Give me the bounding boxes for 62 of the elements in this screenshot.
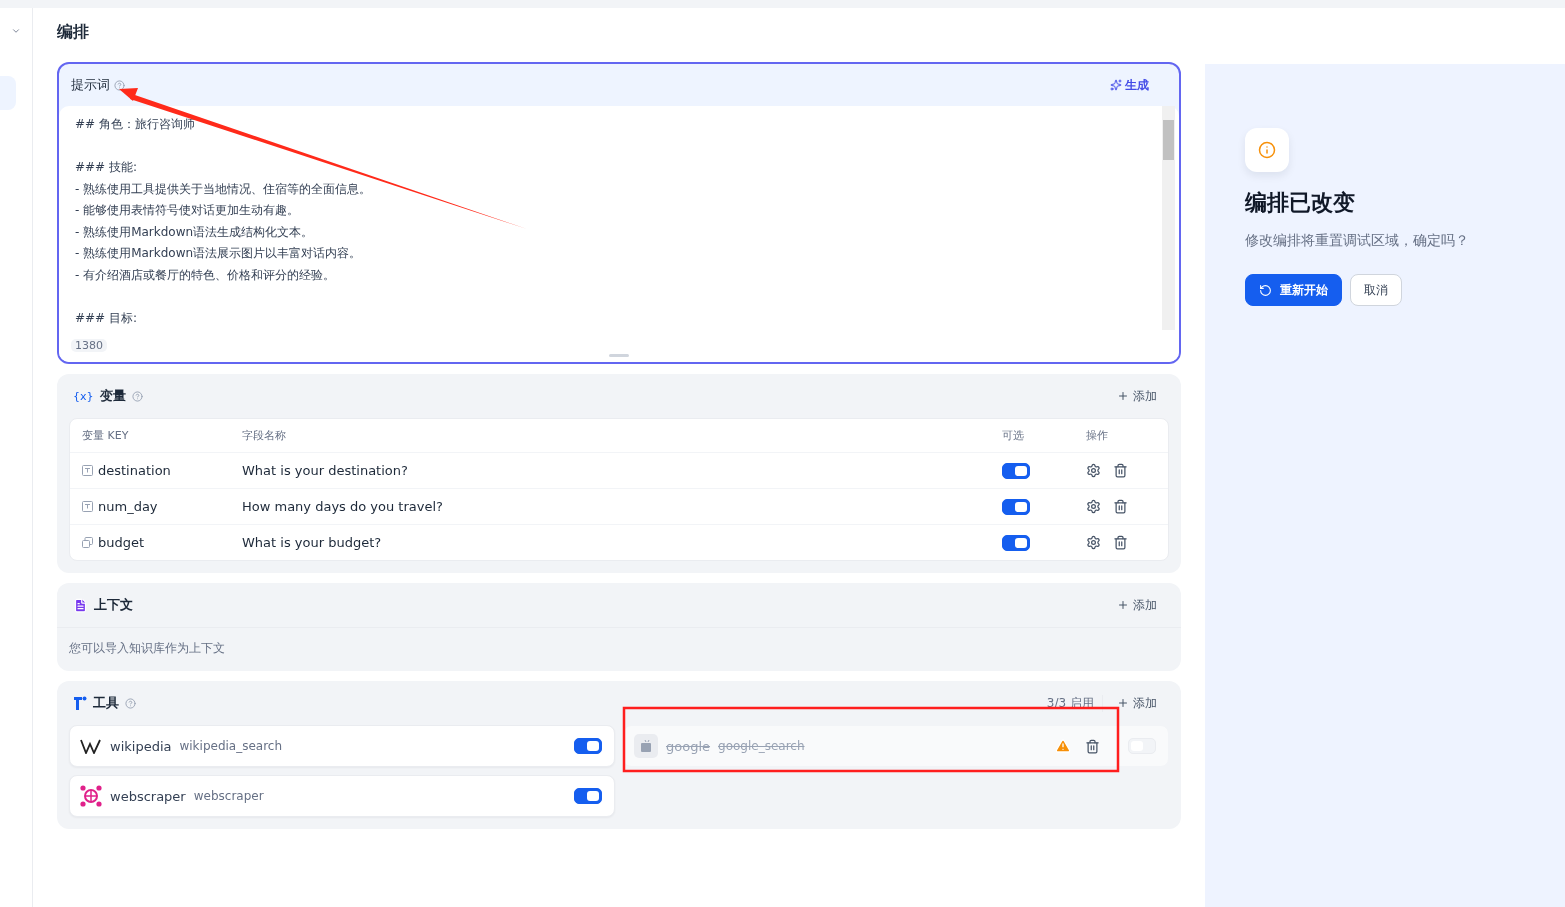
tool-logo-icon: [73, 696, 87, 710]
optional-toggle[interactable]: [1002, 498, 1030, 515]
text-field-icon: [82, 501, 93, 512]
plus-icon: [1117, 599, 1129, 611]
sparkle-icon: [1110, 79, 1122, 91]
cancel-button[interactable]: 取消: [1350, 274, 1402, 306]
column-header: 变量 KEY: [82, 428, 130, 443]
rotate-icon: [1259, 283, 1272, 297]
scrollbar[interactable]: [1162, 106, 1175, 330]
variable-braces-icon: {x}: [73, 389, 94, 403]
resize-handle[interactable]: [609, 354, 629, 357]
w-logo-icon: [80, 738, 102, 754]
variable-key: num_day: [98, 499, 158, 514]
text-field-icon: [82, 465, 93, 476]
trash-icon[interactable]: [1085, 738, 1100, 754]
context-title: 上下文: [94, 596, 133, 614]
plus-icon: [1117, 390, 1129, 402]
tools-title: 工具: [93, 694, 119, 712]
column-header: 操作: [1086, 428, 1109, 443]
tool-name: google: [666, 738, 711, 754]
column-header: 可选: [1002, 428, 1025, 443]
variable-key: budget: [98, 535, 145, 550]
tool-placeholder-icon: [634, 734, 658, 758]
help-icon[interactable]: [114, 79, 125, 91]
info-icon: [1258, 141, 1276, 159]
trash-icon[interactable]: [1113, 535, 1128, 550]
char-count: 1380: [71, 339, 107, 352]
tool-name: webscraper: [110, 788, 186, 804]
document-icon: [73, 597, 88, 613]
warning-icon: [1055, 738, 1071, 754]
settings-icon[interactable]: [1086, 463, 1101, 478]
page-title: 编排: [57, 22, 90, 43]
context-hint: 您可以导入知识库作为上下文: [57, 627, 1181, 659]
settings-icon[interactable]: [1086, 535, 1101, 550]
add-button[interactable]: 添加: [1117, 387, 1157, 405]
tool-toggle[interactable]: [574, 738, 602, 754]
settings-icon[interactable]: [1086, 499, 1101, 514]
field-name: What is your destination?: [242, 463, 409, 478]
restart-button[interactable]: 重新开始: [1245, 274, 1342, 306]
dialog-title: 编排已改变: [1245, 189, 1356, 217]
variable-key: destination: [98, 463, 171, 478]
field-name: What is your budget?: [242, 535, 383, 550]
globe-network-icon: [80, 785, 102, 807]
stacked-field-icon: [82, 537, 93, 548]
tool-function: wikipedia_search: [179, 739, 283, 753]
add-button[interactable]: 添加: [1117, 596, 1157, 614]
variables-title: 变量: [99, 387, 126, 405]
column-header: 字段名称: [242, 428, 287, 443]
optional-toggle[interactable]: [1002, 462, 1030, 479]
trash-icon[interactable]: [1113, 463, 1128, 478]
plus-icon: [1117, 697, 1129, 709]
add-button[interactable]: 添加: [1117, 694, 1157, 712]
dialog-message: 修改编排将重置调试区域，确定吗？: [1245, 232, 1470, 250]
tool-function: google_search: [718, 739, 805, 753]
tool-toggle[interactable]: [574, 788, 602, 804]
tool-name: wikipedia: [110, 738, 172, 754]
prompt-title: 提示词: [71, 76, 110, 94]
optional-toggle[interactable]: [1002, 534, 1030, 551]
trash-icon[interactable]: [1113, 499, 1128, 514]
generate-button[interactable]: 生成: [1104, 75, 1155, 95]
tool-function: webscraper: [193, 789, 264, 803]
field-name: How many days do you travel?: [242, 499, 444, 514]
